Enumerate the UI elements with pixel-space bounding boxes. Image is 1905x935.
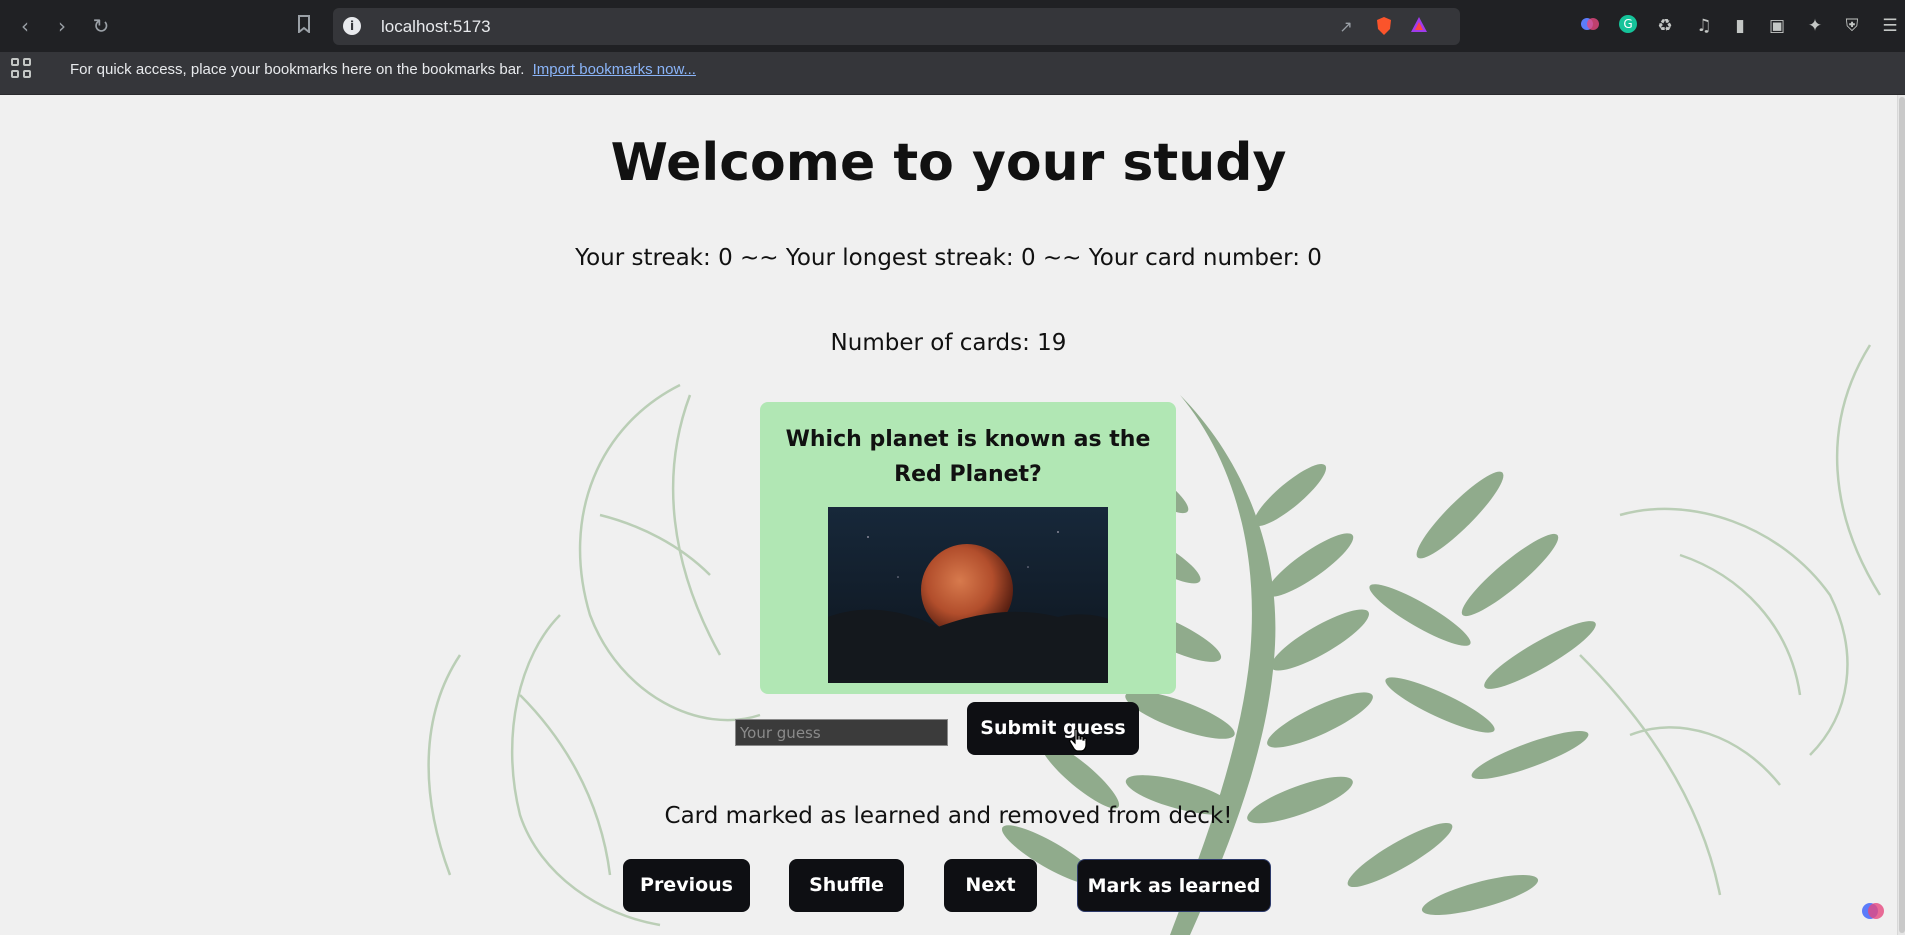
grammarly-icon[interactable]: G (1616, 14, 1640, 38)
extensions-puzzle-icon[interactable]: ♻ (1653, 14, 1677, 38)
scrollbar-thumb[interactable] (1899, 97, 1905, 933)
bookmarks-hint: For quick access, place your bookmarks h… (70, 61, 696, 78)
vpn-icon[interactable]: ⛨ (1840, 14, 1864, 38)
reload-icon[interactable]: ↻ (88, 13, 114, 39)
card-question: Which planet is known as the Red Planet? (785, 427, 1151, 487)
apps-grid-icon[interactable] (11, 58, 33, 80)
site-info-icon[interactable]: i (343, 17, 361, 35)
card-count: Number of cards: 19 (830, 330, 1067, 356)
bookmarks-message: For quick access, place your bookmarks h… (70, 61, 525, 78)
hand-cursor-icon (1069, 728, 1087, 752)
forward-icon[interactable]: › (49, 13, 75, 39)
guess-input[interactable] (735, 719, 948, 746)
page-title: Welcome to your study (610, 133, 1287, 193)
extension-brain-icon[interactable] (1578, 14, 1602, 38)
sidebar-icon[interactable]: ▮ (1728, 14, 1752, 38)
vertical-scrollbar[interactable] (1897, 95, 1905, 935)
shuffle-button[interactable]: Shuffle (789, 859, 904, 912)
bookmark-icon[interactable] (291, 13, 317, 39)
status-message: Card marked as learned and removed from … (664, 803, 1233, 829)
planet-mars-image (828, 507, 1108, 683)
page-viewport: Welcome to your study Your streak: 0 ~~ … (0, 95, 1897, 935)
streak-stats: Your streak: 0 ~~ Your longest streak: 0… (575, 245, 1322, 271)
music-icon[interactable]: ♫ (1692, 14, 1716, 38)
share-icon[interactable]: ↗ (1335, 16, 1357, 38)
next-button[interactable]: Next (944, 859, 1037, 912)
flashcard[interactable]: Which planet is known as the Red Planet? (760, 402, 1176, 694)
mark-learned-button[interactable]: Mark as learned (1077, 859, 1271, 912)
brave-shield-icon[interactable] (1373, 16, 1395, 38)
previous-button[interactable]: Previous (623, 859, 750, 912)
menu-icon[interactable]: ☰ (1878, 14, 1902, 38)
url-text[interactable]: localhost:5173 (381, 17, 491, 37)
submit-guess-button[interactable]: Submit guess (967, 702, 1139, 755)
leo-ai-icon[interactable]: ✦ (1803, 14, 1827, 38)
address-bar[interactable]: i localhost:5173 ↗ (333, 8, 1460, 45)
brave-rewards-icon[interactable] (1408, 16, 1430, 38)
back-icon[interactable]: ‹ (12, 13, 38, 39)
wallet-icon[interactable]: ▣ (1765, 14, 1789, 38)
import-bookmarks-link[interactable]: Import bookmarks now... (533, 61, 696, 78)
svg-text:G: G (1623, 17, 1632, 31)
floating-brain-icon[interactable] (1860, 898, 1886, 924)
